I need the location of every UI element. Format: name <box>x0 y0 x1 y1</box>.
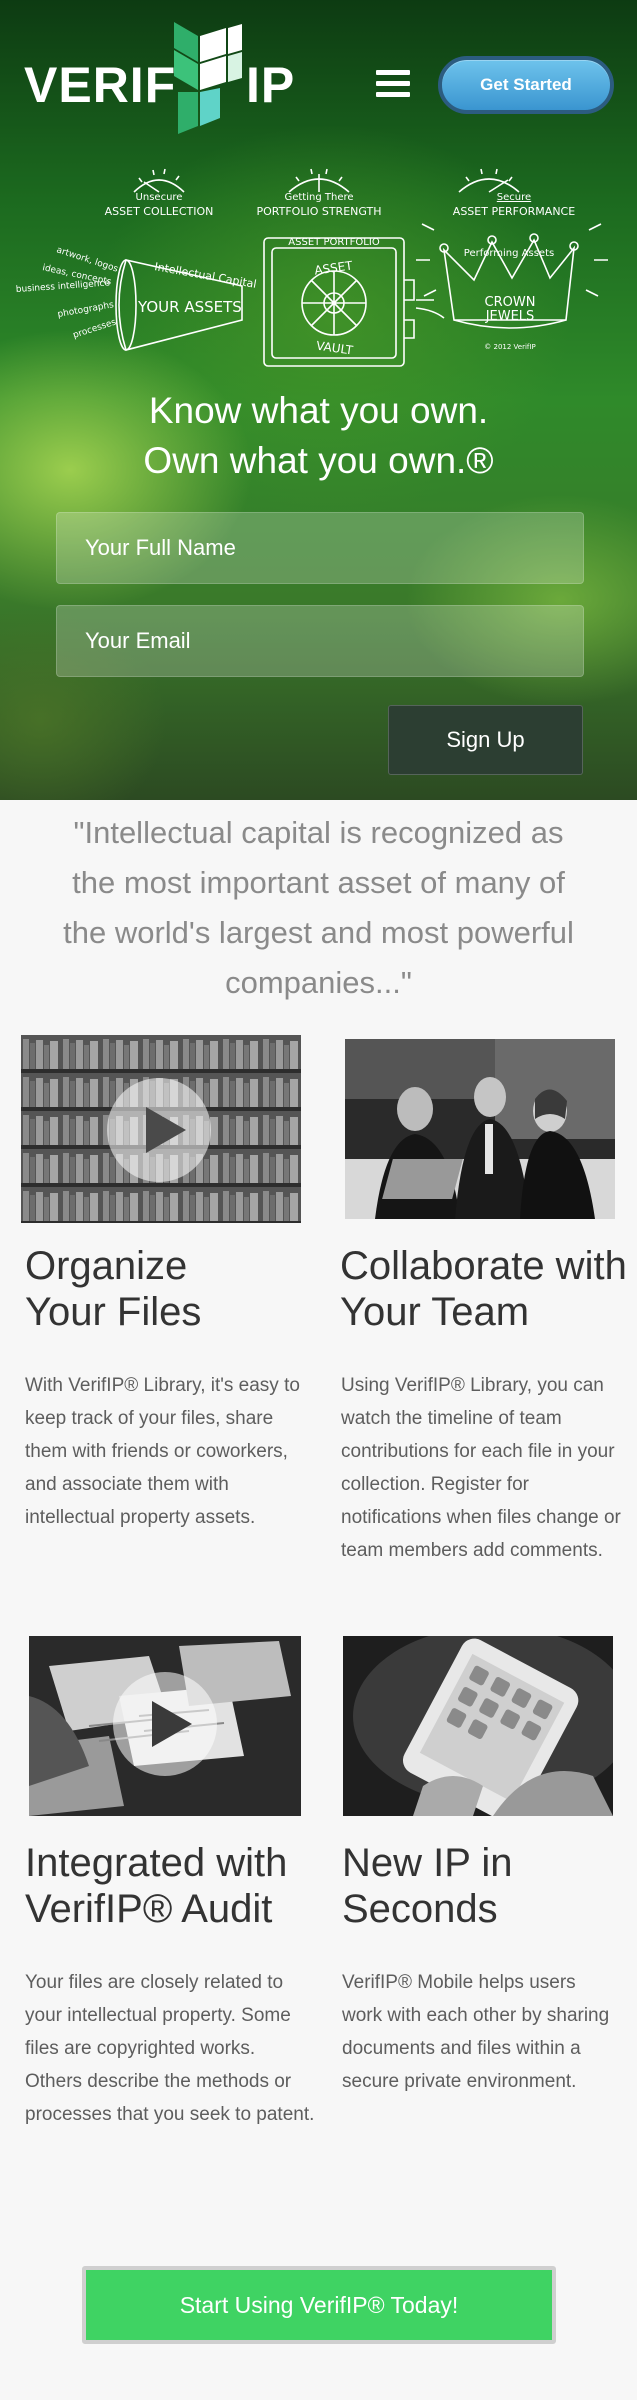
feature-title-line: Your Files <box>25 1290 202 1334</box>
verifip-logo[interactable]: VERIF IP <box>24 18 314 138</box>
feature-title-integrated: Integrated with VerifIP® Audit <box>25 1840 287 1932</box>
tagline: Know what you own. Own what you own.® <box>0 386 637 486</box>
funnel-item: photographs <box>57 300 115 320</box>
tagline-line-1: Know what you own. <box>148 390 489 431</box>
sign-up-button[interactable]: Sign Up <box>388 705 583 775</box>
label-asset-performance: ASSET PERFORMANCE <box>453 205 575 218</box>
vault-word-vault: VAULT <box>315 339 354 358</box>
asset-illustration: Unsecure ASSET COLLECTION Getting There … <box>16 168 608 367</box>
feature-text-integrated: Your files are closely related to your i… <box>25 1972 315 2125</box>
gauge-unsecure-icon <box>133 168 185 193</box>
hamburger-menu-icon[interactable] <box>376 70 410 100</box>
feature-title-line: Collaborate with <box>340 1244 627 1288</box>
label-portfolio-strength: PORTFOLIO STRENGTH <box>256 205 381 218</box>
funnel-curve-label: Intellectual Capital <box>153 260 257 291</box>
start-using-button[interactable]: Start Using VerifIP® Today! <box>82 2266 556 2344</box>
full-name-field[interactable]: Your Full Name <box>56 512 584 584</box>
funnel-items: artwork, logos ideas, concepts business … <box>16 245 120 341</box>
funnel-item: business intelligence <box>16 278 111 295</box>
gauge-getting-there-icon <box>288 168 350 193</box>
tagline-line-2: Own what you own.® <box>143 440 494 481</box>
library-video-thumbnail[interactable] <box>21 1035 301 1223</box>
play-icon[interactable] <box>112 1671 218 1777</box>
feature-title-line: Organize <box>25 1244 188 1288</box>
email-placeholder: Your Email <box>85 628 191 653</box>
label-getting-there: Getting There <box>284 192 353 203</box>
feature-title-line: New IP in <box>342 1841 513 1885</box>
feature-title-line: Your Team <box>340 1290 530 1334</box>
funnel-item: processes <box>72 317 118 340</box>
copyright-text: © 2012 VerifIP <box>484 343 535 351</box>
play-icon[interactable] <box>106 1077 212 1183</box>
crown-label-2: JEWELS <box>485 309 535 324</box>
label-asset-collection: ASSET COLLECTION <box>105 205 214 218</box>
audit-video-thumbnail[interactable] <box>29 1636 301 1816</box>
feature-text-collaborate: Using VerifIP® Library, you can watch th… <box>341 1375 621 1561</box>
feature-text-organize: With VerifIP® Library, it's easy to keep… <box>25 1375 300 1528</box>
label-secure: Secure <box>497 192 531 203</box>
gauge-secure-icon <box>458 168 520 193</box>
full-name-placeholder: Your Full Name <box>85 535 236 560</box>
logo-text-left: VERIF <box>24 57 177 113</box>
quote-text: "Intellectual capital is recognized as t… <box>63 815 574 1000</box>
hero-section: VERIF IP Get Started Unsecure ASSET COLL… <box>0 0 637 800</box>
funnel-label: YOUR ASSETS <box>137 298 242 316</box>
vault-top-label: ASSET PORTFOLIO <box>288 237 380 248</box>
feature-title-line: VerifIP® Audit <box>25 1887 273 1931</box>
vault-icon <box>263 237 445 367</box>
crown-label-1: CROWN <box>485 295 536 310</box>
feature-title-line: Seconds <box>342 1887 498 1931</box>
logo-mark-icon <box>174 22 242 134</box>
team-meeting-photo <box>345 1039 615 1219</box>
feature-title-organize: Organize Your Files <box>25 1243 201 1335</box>
get-started-button[interactable]: Get Started <box>438 56 614 114</box>
feature-title-new-ip: New IP in Seconds <box>342 1840 512 1932</box>
feature-text-new-ip: VerifIP® Mobile helps users work with ea… <box>342 1972 610 2092</box>
mobile-phone-photo <box>343 1636 613 1816</box>
logo-text-right: IP <box>246 57 296 113</box>
feature-title-line: Integrated with <box>25 1841 288 1885</box>
feature-title-collaborate: Collaborate with Your Team <box>340 1243 627 1335</box>
crown-top-label: Performing Assets <box>464 248 554 259</box>
email-field[interactable]: Your Email <box>56 605 584 677</box>
label-unsecure: Unsecure <box>136 192 183 203</box>
